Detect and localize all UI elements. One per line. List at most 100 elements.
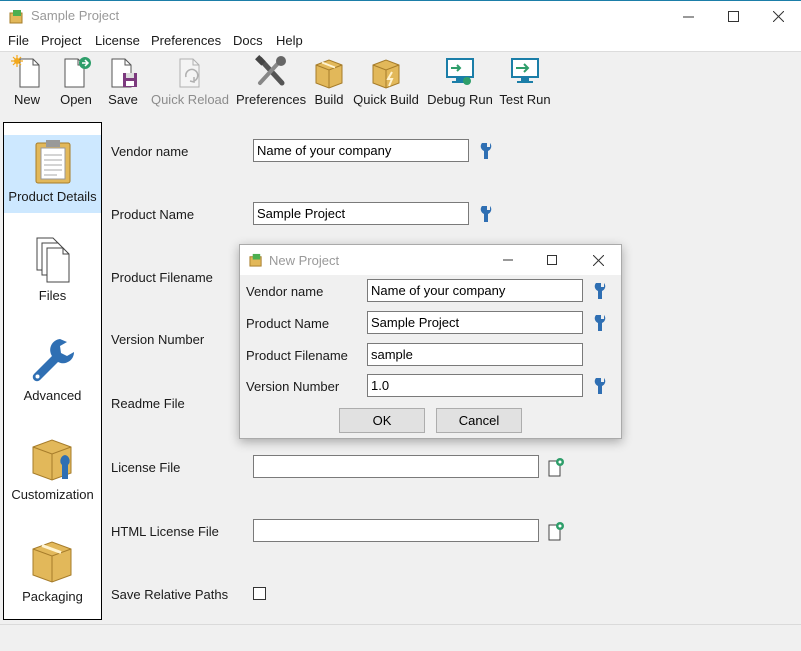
html-license-file-browse-icon[interactable] (547, 521, 565, 541)
box-icon (32, 541, 71, 583)
dialog-product-name-wrench-icon[interactable] (593, 314, 607, 332)
sidebar-item-product-details[interactable]: Product Details (4, 135, 101, 213)
wrench-icon (32, 339, 74, 382)
open-label: Open (60, 92, 92, 107)
save-button[interactable]: Save (104, 55, 142, 117)
sidebar-item-customization[interactable]: Customization (4, 433, 101, 515)
ok-button[interactable]: OK (339, 408, 425, 433)
quick-build-label: Quick Build (353, 92, 419, 107)
box-wrench-icon (32, 439, 71, 481)
maximize-icon (547, 255, 557, 265)
clipboard-icon (35, 140, 70, 184)
title-bar: Sample Project (0, 0, 801, 31)
sidebar-label-packaging: Packaging (22, 589, 83, 604)
save-icon (111, 58, 137, 88)
debug-run-label: Debug Run (427, 92, 493, 107)
dialog-version-number-input[interactable] (367, 374, 583, 397)
license-file-input[interactable] (253, 455, 539, 478)
close-icon (772, 10, 784, 22)
build-button[interactable]: Build (312, 55, 346, 117)
dialog-title-bar: New Project (240, 245, 621, 275)
dialog-version-number-label: Version Number (246, 379, 340, 394)
preferences-label: Preferences (236, 92, 307, 107)
status-bar (0, 624, 801, 651)
open-file-icon (64, 57, 91, 88)
html-license-file-input[interactable] (253, 519, 539, 542)
license-file-browse-icon[interactable] (547, 457, 565, 477)
quick-build-button[interactable]: Quick Build (352, 55, 420, 117)
sidebar-item-files[interactable]: Files (4, 234, 101, 314)
minimize-button[interactable] (665, 1, 711, 31)
dialog-close-button[interactable] (575, 245, 621, 275)
dialog-app-icon (249, 253, 262, 267)
readme-file-label: Readme File (111, 396, 185, 411)
dialog-title: New Project (269, 253, 340, 268)
menu-bar: File Project License Preferences Docs He… (0, 31, 801, 51)
product-filename-label: Product Filename (111, 270, 213, 285)
new-project-dialog: New Project Vendor name Product Name Pro… (239, 244, 622, 439)
toolbar: New Open Save Quick Reload Preferences B… (0, 51, 801, 118)
version-number-label: Version Number (111, 332, 205, 347)
save-relative-paths-checkbox[interactable] (253, 587, 266, 600)
dialog-maximize-button[interactable] (529, 245, 575, 275)
menu-help[interactable]: Help (276, 33, 303, 48)
html-license-file-label: HTML License File (111, 524, 219, 539)
dialog-version-number-wrench-icon[interactable] (593, 377, 607, 395)
dialog-minimize-button[interactable] (485, 245, 531, 275)
save-label: Save (108, 92, 138, 107)
dialog-product-name-input[interactable] (367, 311, 583, 334)
maximize-button[interactable] (710, 1, 756, 31)
cancel-button[interactable]: Cancel (436, 408, 522, 433)
close-button[interactable] (755, 1, 801, 31)
menu-file[interactable]: File (8, 33, 29, 48)
menu-docs[interactable]: Docs (233, 33, 263, 48)
quick-reload-button[interactable]: Quick Reload (150, 55, 230, 117)
vendor-name-input[interactable] (253, 139, 469, 162)
build-box-icon (315, 59, 343, 89)
vendor-name-label: Vendor name (111, 144, 189, 159)
sidebar-item-packaging[interactable]: Packaging (4, 533, 101, 615)
menu-project[interactable]: Project (41, 33, 81, 48)
menu-preferences[interactable]: Preferences (151, 33, 221, 48)
product-name-input[interactable] (253, 202, 469, 225)
dialog-vendor-name-wrench-icon[interactable] (593, 282, 607, 300)
tools-icon (255, 55, 286, 86)
sidebar: Product Details Files Advanced Customiza… (3, 122, 102, 620)
license-file-label: License File (111, 460, 181, 475)
sidebar-label-advanced: Advanced (23, 388, 82, 403)
dialog-vendor-name-input[interactable] (367, 279, 583, 302)
debug-monitor-icon (446, 58, 474, 85)
product-name-wrench-icon[interactable] (479, 205, 493, 223)
sidebar-label-files: Files (38, 288, 67, 303)
run-monitor-icon (511, 58, 539, 83)
test-run-label: Test Run (499, 92, 551, 107)
app-icon (9, 10, 23, 24)
sidebar-label-customization: Customization (11, 487, 94, 502)
build-label: Build (314, 92, 344, 107)
sidebar-label-product-details: Product Details (8, 189, 97, 204)
window-title: Sample Project (31, 8, 120, 23)
open-button[interactable]: Open (57, 55, 95, 117)
quick-build-icon (372, 59, 400, 89)
preferences-button[interactable]: Preferences (236, 55, 306, 117)
reload-file-icon (179, 58, 200, 88)
test-run-button[interactable]: Test Run (499, 55, 551, 117)
sidebar-item-advanced[interactable]: Advanced (4, 334, 101, 414)
new-file-icon (11, 55, 40, 88)
new-button[interactable]: New (8, 55, 46, 117)
dialog-vendor-name-label: Vendor name (246, 284, 324, 299)
menu-license[interactable]: License (95, 33, 140, 48)
close-icon (592, 254, 604, 266)
dialog-product-name-label: Product Name (246, 316, 330, 331)
quick-reload-label: Quick Reload (150, 92, 230, 107)
minimize-icon (682, 16, 694, 17)
dialog-product-filename-input[interactable] (367, 343, 583, 366)
minimize-icon (503, 259, 513, 261)
save-relative-paths-label: Save Relative Paths (111, 587, 229, 602)
debug-run-button[interactable]: Debug Run (426, 55, 494, 117)
new-label: New (13, 92, 40, 107)
files-icon (36, 237, 69, 283)
product-name-label: Product Name (111, 207, 195, 222)
vendor-name-wrench-icon[interactable] (479, 142, 493, 160)
dialog-product-filename-label: Product Filename (246, 348, 348, 363)
